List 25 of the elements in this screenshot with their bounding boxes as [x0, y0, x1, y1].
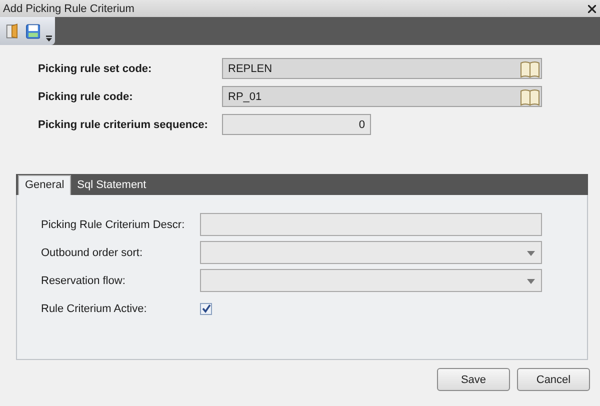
- tab[interactable]: General: [18, 175, 72, 195]
- field-label: Reservation flow:: [41, 274, 126, 286]
- field-label: Rule Criterium Active:: [41, 302, 148, 314]
- book-icon[interactable]: [520, 60, 540, 78]
- dropdown-field[interactable]: [200, 241, 542, 264]
- close-icon[interactable]: [588, 4, 596, 12]
- dialog-button[interactable]: Save: [437, 368, 510, 391]
- field-label: Picking rule criterium sequence:: [38, 118, 209, 130]
- dialog-button[interactable]: Cancel: [517, 368, 590, 391]
- field-label: Picking rule set code:: [38, 62, 153, 74]
- input-field[interactable]: [200, 213, 542, 236]
- tab[interactable]: Sql Statement: [71, 176, 152, 195]
- dropdown-field[interactable]: [200, 269, 542, 292]
- door-icon[interactable]: [6, 22, 20, 40]
- save-icon[interactable]: [26, 22, 40, 40]
- input-field[interactable]: 0: [222, 114, 371, 135]
- input-field[interactable]: RP_01: [222, 86, 542, 107]
- dropdown-arrow-icon[interactable]: [46, 35, 52, 43]
- input-field[interactable]: REPLEN: [222, 58, 542, 79]
- field-label: Outbound order sort:: [41, 246, 144, 258]
- field-label: Picking Rule Criterium Descr:: [41, 218, 186, 230]
- window-title: Add Picking Rule Criterium: [3, 2, 134, 14]
- checkbox[interactable]: [200, 302, 212, 314]
- field-label: Picking rule code:: [38, 90, 134, 102]
- book-icon[interactable]: [520, 88, 540, 106]
